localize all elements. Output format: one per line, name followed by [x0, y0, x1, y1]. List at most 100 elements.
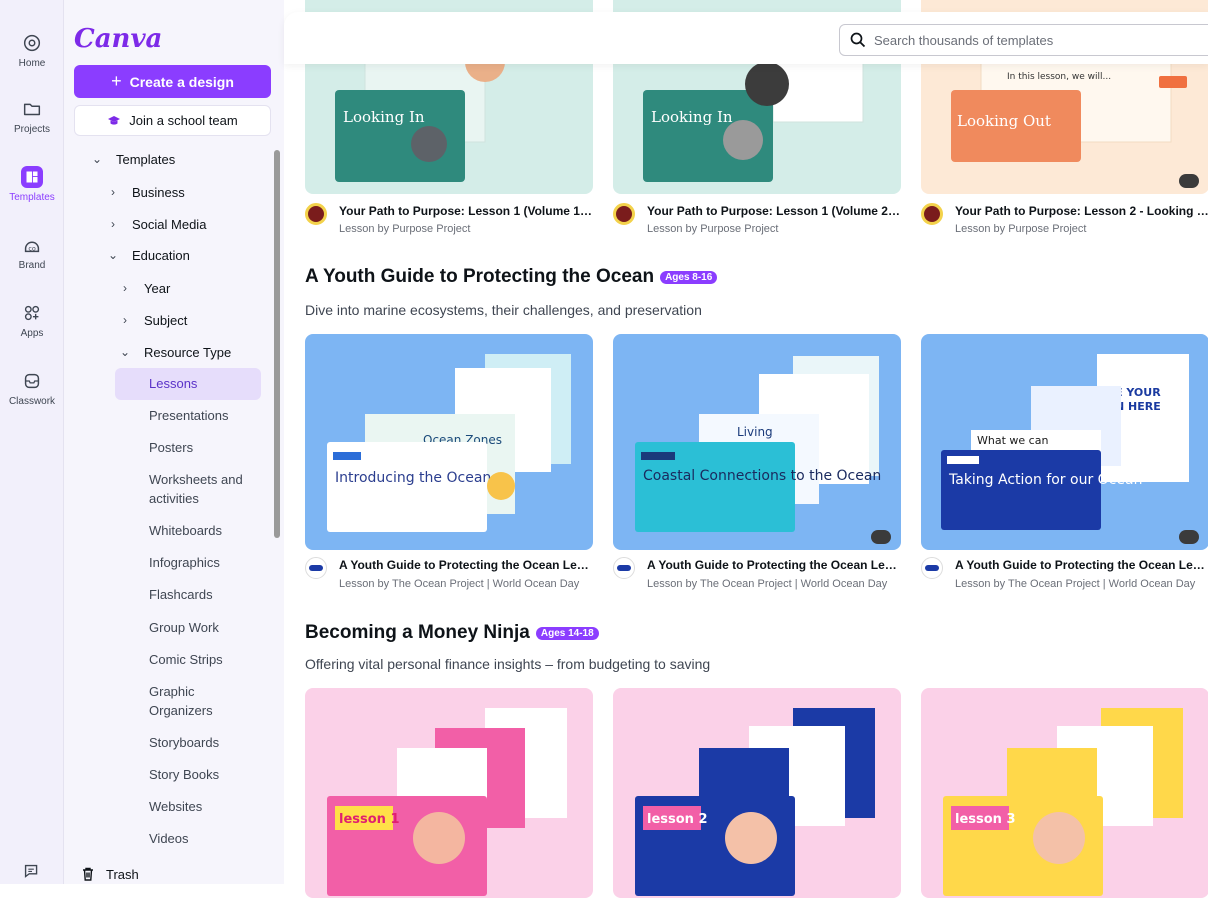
folder-icon [23, 103, 41, 116]
trash-button[interactable]: Trash [80, 866, 139, 882]
card-title[interactable]: Your Path to Purpose: Lesson 1 (Volume 2… [647, 204, 901, 218]
tree-templates[interactable]: ⌄ Templates [90, 147, 175, 171]
card-title[interactable]: Your Path to Purpose: Lesson 1 (Volume 1… [339, 204, 593, 218]
tree-leaf-posters[interactable]: Posters [149, 438, 193, 457]
chevron-right-icon: › [111, 185, 115, 199]
search-icon [850, 32, 866, 48]
rail-feedback[interactable] [0, 860, 64, 886]
create-design-button[interactable]: + Create a design [74, 65, 271, 98]
card-thumbnail: Ocean Zones Introducing the Ocean [327, 354, 571, 532]
search-placeholder: Search thousands of templates [874, 32, 1054, 48]
card-thumbnail: Living Coastal Connections to the Ocean [635, 356, 881, 532]
rail-label: Templates [9, 192, 55, 203]
tree-leaf-infographics[interactable]: Infographics [149, 553, 220, 572]
thumb-title: Taking Action for our Ocean [948, 472, 1142, 488]
rail-brand[interactable]: co Brand [0, 234, 64, 271]
trash-icon [83, 867, 93, 881]
chevron-right-icon: › [123, 313, 127, 327]
card-title[interactable]: A Youth Guide to Protecting the Ocean Le… [955, 558, 1208, 572]
tree-label: Resource Type [144, 344, 232, 360]
tree-education[interactable]: ⌄ Education [106, 243, 190, 267]
search-input[interactable]: Search thousands of templates [839, 24, 1208, 56]
template-card[interactable]: Living Coastal Connections to the Ocean [613, 334, 901, 550]
thumb-title: lesson 2 [647, 812, 708, 827]
author-avatar [921, 557, 943, 579]
tree-leaf-graphic-organizers[interactable]: Graphic Organizers [149, 682, 229, 720]
graduation-cap-icon [108, 115, 121, 125]
card-title[interactable]: A Youth Guide to Protecting the Ocean Le… [339, 558, 593, 572]
chevron-right-icon: › [111, 217, 115, 231]
tree-label: Templates [116, 151, 176, 167]
rail-apps[interactable]: Apps [0, 302, 64, 339]
tree-year[interactable]: › Year [118, 276, 170, 300]
thumb-title: lesson 1 [339, 812, 400, 827]
card-thumbnail: E YOUR N HERE What we can Taking Action … [941, 354, 1189, 530]
rail-templates[interactable]: Templates [0, 166, 64, 203]
template-card[interactable]: lesson 3 [921, 688, 1208, 898]
tree-leaf-storyboards[interactable]: Storyboards [149, 733, 219, 752]
chevron-down-icon: ⌄ [107, 248, 119, 262]
tree-leaf-group-work[interactable]: Group Work [149, 618, 219, 637]
card-title[interactable]: A Youth Guide to Protecting the Ocean Le… [647, 558, 901, 572]
template-card[interactable]: Ocean Zones Introducing the Ocean [305, 334, 593, 550]
card-author[interactable]: Lesson by The Ocean Project | World Ocea… [955, 578, 1195, 590]
tree-leaf-videos[interactable]: Videos [149, 829, 189, 848]
template-card[interactable]: lesson 2 [613, 688, 901, 898]
join-school-team-button[interactable]: Join a school team [74, 105, 271, 136]
tree-leaf-presentations[interactable]: Presentations [149, 406, 229, 425]
thumb-title: lesson 3 [955, 812, 1016, 827]
tree-social-media[interactable]: › Social Media [106, 212, 206, 236]
sidebar-scrollbar[interactable] [274, 150, 280, 538]
svg-text:N HERE: N HERE [1115, 400, 1161, 413]
tree-leaf-flashcards[interactable]: Flashcards [149, 585, 213, 604]
tree-leaf-lessons[interactable]: Lessons [149, 374, 197, 393]
svg-text:Living: Living [737, 425, 773, 439]
card-title[interactable]: Your Path to Purpose: Lesson 2 - Looking… [955, 204, 1208, 218]
svg-text:co: co [28, 245, 36, 253]
rail-classwork[interactable]: Classwork [0, 370, 64, 407]
card-author[interactable]: Lesson by Purpose Project [647, 223, 778, 235]
author-avatar [305, 203, 327, 225]
tree-leaf-story-books[interactable]: Story Books [149, 765, 219, 784]
template-card[interactable]: E YOUR N HERE What we can Taking Action … [921, 334, 1208, 550]
age-badge: Ages 8-16 [660, 270, 718, 284]
rail-projects[interactable]: Projects [0, 98, 64, 135]
rail-home[interactable]: Home [0, 32, 64, 69]
section-title: Becoming a Money Ninja Ages 14-18 [305, 622, 599, 644]
templates-icon [21, 166, 43, 188]
tree-leaf-worksheets[interactable]: Worksheets and activities [149, 470, 259, 508]
chevron-down-icon: ⌄ [119, 345, 131, 359]
tree-resource-type[interactable]: ⌄ Resource Type [118, 340, 231, 364]
tree-subject[interactable]: › Subject [118, 308, 187, 332]
tree-label: Business [132, 184, 185, 200]
card-author[interactable]: Lesson by The Ocean Project | World Ocea… [647, 578, 887, 590]
canva-logo[interactable]: Canva [74, 24, 162, 54]
section-subtitle: Offering vital personal finance insights… [305, 656, 711, 672]
icon-rail: Home Projects Templates co Brand Apps Cl… [0, 0, 64, 884]
section-subtitle: Dive into marine ecosystems, their chall… [305, 302, 702, 318]
rail-label: Home [18, 58, 46, 69]
author-avatar [305, 557, 327, 579]
card-author[interactable]: Lesson by Purpose Project [955, 223, 1086, 235]
tree-leaf-whiteboards[interactable]: Whiteboards [149, 521, 222, 540]
svg-text:E YOUR: E YOUR [1115, 386, 1161, 399]
thumb-title: Coastal Connections to the Ocean [643, 468, 881, 484]
author-avatar [613, 203, 635, 225]
rail-label: Brand [18, 260, 46, 271]
tree-business[interactable]: › Business [106, 180, 185, 204]
card-author[interactable]: Lesson by The Ocean Project | World Ocea… [339, 578, 579, 590]
feedback-icon [24, 864, 38, 878]
rail-label: Projects [13, 124, 51, 135]
svg-text:What we can: What we can [977, 434, 1048, 447]
template-card[interactable]: lesson 1 [305, 688, 593, 898]
tree-label: Education [132, 247, 190, 263]
tree-leaf-websites[interactable]: Websites [149, 797, 202, 816]
chevron-right-icon: › [123, 281, 127, 295]
svg-text:In this lesson, we will...: In this lesson, we will... [1007, 72, 1111, 82]
section-title-text[interactable]: A Youth Guide to Protecting the Ocean [305, 266, 654, 288]
tree-leaf-comic-strips[interactable]: Comic Strips [149, 650, 223, 669]
plus-icon: + [111, 71, 122, 91]
section-title-text[interactable]: Becoming a Money Ninja [305, 622, 530, 644]
create-design-label: Create a design [129, 73, 234, 90]
card-author[interactable]: Lesson by Purpose Project [339, 223, 470, 235]
